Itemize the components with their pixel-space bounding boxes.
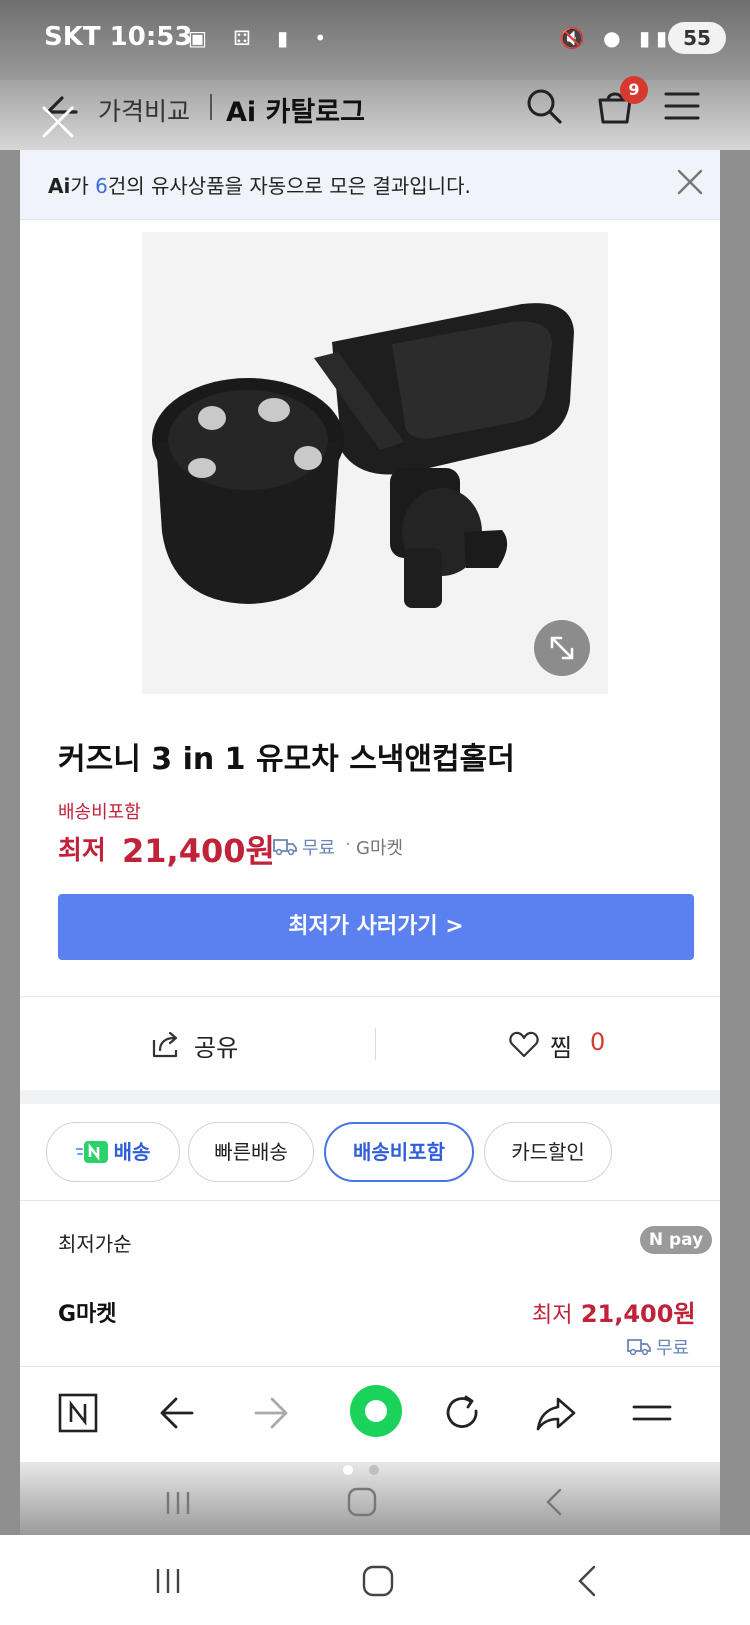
cart-count-badge: 9 <box>620 76 648 104</box>
share-icon <box>152 1031 178 1058</box>
battery-indicator: 55 <box>668 22 726 54</box>
inner-back-icon[interactable] <box>540 1486 570 1518</box>
offer-seller-name[interactable]: G마켓 <box>58 1296 117 1328</box>
expand-icon <box>550 636 574 660</box>
share-label: 공유 <box>194 1034 239 1062</box>
npay-badge[interactable]: N pay <box>640 1226 712 1254</box>
app-header: 가격비교 Ai 카탈로그 9 <box>0 76 750 150</box>
filter-chip-fast-delivery[interactable]: 빠른배송 <box>188 1122 314 1182</box>
overlay-right <box>720 0 750 1535</box>
breadcrumb-price-compare[interactable]: 가격비교 <box>98 92 190 128</box>
menu-icon[interactable] <box>630 1391 674 1435</box>
home-icon[interactable] <box>358 1561 398 1601</box>
hamburger-menu-icon[interactable] <box>664 88 700 124</box>
like-count: 0 <box>590 1028 606 1056</box>
page-title: Ai 카탈로그 <box>226 97 365 128</box>
breadcrumb-divider <box>210 94 212 120</box>
notification-icons: ▣ ⚃ ▮ • <box>188 26 337 50</box>
forward-icon <box>254 1397 288 1429</box>
lowest-seller-name: G마켓 <box>356 838 404 859</box>
naver-home-icon[interactable] <box>56 1391 100 1435</box>
back-icon[interactable] <box>154 1391 198 1435</box>
expand-image-button[interactable] <box>534 620 590 676</box>
shipping-included-label: 배송비포함 <box>58 802 141 823</box>
sort-option[interactable]: 최저가순 <box>58 1228 132 1257</box>
lowest-price-label: 최저 <box>58 836 106 866</box>
inner-recents-icon[interactable] <box>158 1488 198 1518</box>
truck-icon <box>273 839 297 856</box>
page-indicator-dots <box>343 1465 379 1475</box>
naver-green-dot-button[interactable] <box>350 1385 402 1437</box>
ai-notice-text: Ai가 6건의 유사상품을 자동으로 모은 결과입니다. <box>48 174 471 198</box>
recents-icon[interactable] <box>148 1561 188 1601</box>
buy-lowest-price-button[interactable]: 최저가 사러가기 > <box>58 894 694 960</box>
system-navigation-bar <box>0 1535 750 1625</box>
action-divider <box>375 1028 376 1060</box>
divider <box>20 1200 720 1201</box>
filter-chip-shipping-included[interactable]: 배송비포함 <box>324 1122 474 1182</box>
back-nav-icon[interactable] <box>568 1561 608 1601</box>
overlay-left <box>0 0 20 1535</box>
offer-price[interactable]: 최저 21,400원 <box>532 1294 696 1329</box>
ai-notice-banner: Ai가 6건의 유사상품을 자동으로 모은 결과입니다. <box>20 150 720 220</box>
truck-icon <box>627 1339 651 1356</box>
heart-icon <box>509 1031 539 1058</box>
product-title: 커즈니 3 in 1 유모차 스낵앤컵홀더 <box>58 742 515 777</box>
share-arrow-icon[interactable] <box>534 1391 578 1435</box>
notice-close-icon[interactable] <box>676 168 704 196</box>
separator-dot: · <box>345 834 351 855</box>
search-icon[interactable] <box>522 84 566 128</box>
close-icon[interactable] <box>40 104 76 140</box>
status-bar: SKT 10:53 ▣ ⚃ ▮ • 🔇 ● ▮▮▮ 55 <box>0 0 750 80</box>
like-label: 찜 <box>550 1034 573 1062</box>
inner-home-icon[interactable] <box>346 1486 378 1518</box>
filter-chip-card-discount[interactable]: 카드할인 <box>484 1122 612 1182</box>
divider <box>20 996 720 997</box>
inner-navigation-bar <box>20 1462 720 1535</box>
filter-chip-naver-delivery[interactable]: 배송 <box>46 1122 180 1182</box>
browser-toolbar <box>20 1366 720 1462</box>
refresh-icon[interactable] <box>440 1391 484 1435</box>
naver-delivery-icon <box>75 1140 108 1163</box>
section-separator <box>20 1090 720 1104</box>
lowest-price-value: 21,400원 <box>122 832 275 870</box>
free-shipping-label: 무료 <box>302 838 336 859</box>
status-time: SKT 10:53 <box>44 22 193 52</box>
